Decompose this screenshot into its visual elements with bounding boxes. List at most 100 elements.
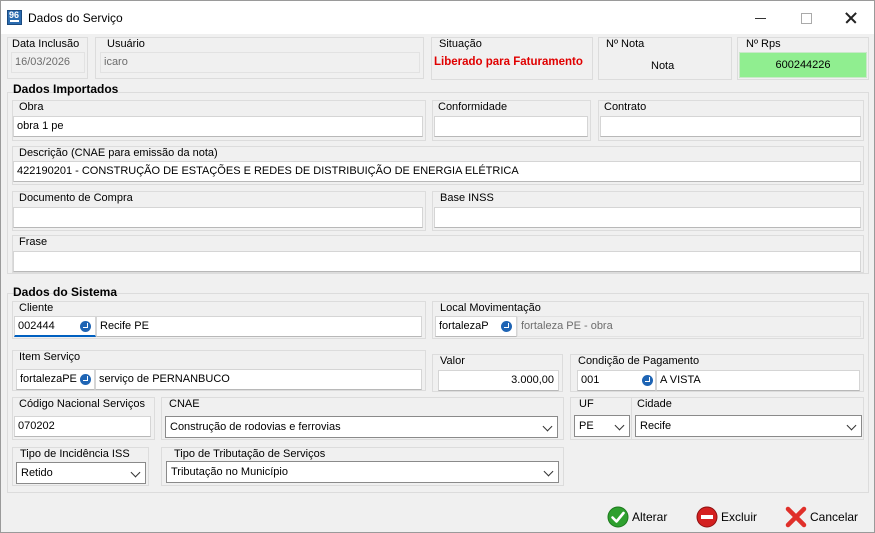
tributacao-select[interactable]: Tributação no Município: [166, 461, 559, 483]
cnae-select-value: Construção de rodovias e ferrovias: [170, 421, 341, 433]
cnae-group: CNAE Construção de rodovias e ferrovias: [161, 397, 564, 440]
descricao-label: Descrição (CNAE para emissão da nota): [19, 147, 218, 159]
dialog-window: 96 Dados do Serviço Data Inclusão 16/03/…: [0, 0, 875, 533]
documento-compra-label: Documento de Compra: [19, 192, 133, 204]
contrato-group: Contrato: [598, 100, 864, 141]
frase-group: Frase: [12, 235, 864, 273]
uf-group: UF PE: [570, 397, 632, 440]
data-inclusao-label: Data Inclusão: [12, 38, 80, 50]
delete-icon: [696, 506, 718, 528]
base-inss-label: Base INSS: [440, 192, 494, 204]
tributacao-label: Tipo de Tributação de Serviços: [174, 448, 326, 460]
data-inclusao-field: 16/03/2026: [11, 52, 85, 73]
incidencia-group: Tipo de Incidência ISS Retido: [12, 447, 149, 486]
dados-importados-header: Dados Importados: [13, 82, 119, 96]
conformidade-label: Conformidade: [438, 101, 508, 113]
usuario-group: Usuário icaro: [95, 37, 424, 79]
app-icon: 96: [7, 10, 22, 25]
cnae-label: CNAE: [169, 398, 200, 410]
incidencia-select[interactable]: Retido: [16, 462, 146, 484]
incidencia-select-value: Retido: [21, 467, 53, 479]
condicao-name-field: A VISTA: [656, 370, 860, 391]
item-servico-lookup-icon[interactable]: [80, 374, 91, 385]
close-button[interactable]: [831, 5, 871, 31]
codigo-nacional-group: Código Nacional Serviços 070202: [12, 397, 155, 440]
obra-label: Obra: [19, 101, 44, 113]
alterar-button-label: Alterar: [632, 510, 668, 524]
cidade-select[interactable]: Recife: [635, 415, 862, 437]
cliente-label: Cliente: [19, 302, 54, 314]
descricao-field[interactable]: 422190201 - CONSTRUÇÃO DE ESTAÇÕES E RED…: [13, 161, 861, 182]
cliente-name-field: Recife PE: [96, 316, 422, 337]
nota-label: Nº Nota: [606, 38, 645, 50]
valor-field[interactable]: 3.000,00: [438, 370, 559, 391]
cnae-select[interactable]: Construção de rodovias e ferrovias: [165, 416, 558, 438]
local-movimentacao-label: Local Movimentação: [440, 302, 541, 314]
frase-field[interactable]: [13, 251, 861, 272]
contrato-field[interactable]: [600, 116, 861, 137]
nota-group: Nº Nota Nota: [598, 37, 732, 80]
conformidade-field[interactable]: [434, 116, 588, 137]
cidade-select-value: Recife: [640, 420, 672, 432]
rps-group: Nº Rps 600244226: [737, 37, 869, 80]
cancel-x-icon: [785, 506, 807, 528]
cancelar-button[interactable]: Cancelar: [785, 504, 858, 530]
maximize-button[interactable]: [786, 5, 826, 31]
cidade-group: Cidade Recife: [631, 397, 864, 440]
nota-value: Nota: [651, 60, 675, 72]
documento-compra-group: Documento de Compra: [12, 191, 426, 231]
valor-group: Valor 3.000,00: [432, 354, 563, 392]
excluir-button[interactable]: Excluir: [696, 504, 757, 530]
chevron-down-icon: [614, 420, 625, 431]
condicao-pagamento-label: Condição de Pagamento: [578, 355, 700, 367]
item-servico-name-field: serviço de PERNANBUCO: [95, 369, 422, 390]
tributacao-group: Tipo de Tributação de Serviços Tributaçã…: [161, 447, 564, 486]
obra-group: Obra obra 1 pe: [12, 100, 426, 141]
valor-label: Valor: [440, 355, 465, 367]
cliente-lookup-icon[interactable]: [80, 321, 91, 332]
item-servico-group: Item Serviço fortalezaPE serviço de PERN…: [12, 350, 426, 391]
codigo-nacional-label: Código Nacional Serviços: [19, 398, 145, 410]
cancelar-button-label: Cancelar: [810, 510, 859, 524]
obra-field[interactable]: obra 1 pe: [13, 116, 423, 137]
situacao-status: Liberado para Faturamento: [434, 56, 583, 68]
data-inclusao-group: Data Inclusão 16/03/2026: [7, 37, 88, 79]
chevron-down-icon: [846, 420, 857, 431]
codigo-nacional-field[interactable]: 070202: [14, 416, 151, 437]
situacao-label: Situação: [439, 38, 482, 50]
alterar-button[interactable]: Alterar: [607, 504, 667, 530]
condicao-lookup-icon[interactable]: [642, 375, 653, 386]
window-title: Dados do Serviço: [28, 11, 123, 25]
base-inss-field[interactable]: [434, 207, 861, 228]
usuario-field: icaro: [100, 52, 420, 73]
incidencia-label: Tipo de Incidência ISS: [20, 448, 130, 460]
title-bar: 96 Dados do Serviço: [1, 1, 874, 34]
uf-select[interactable]: PE: [574, 415, 630, 437]
cidade-label: Cidade: [637, 398, 672, 410]
contrato-label: Contrato: [604, 101, 647, 113]
item-servico-label: Item Serviço: [19, 351, 81, 363]
frase-label: Frase: [19, 236, 48, 248]
tributacao-select-value: Tributação no Município: [171, 466, 288, 478]
chevron-down-icon: [130, 467, 141, 478]
checkmark-icon: [607, 506, 629, 528]
documento-compra-field[interactable]: [13, 207, 423, 228]
local-movimentacao-group: Local Movimentação fortalezaP fortaleza …: [432, 301, 864, 339]
base-inss-group: Base INSS: [432, 191, 864, 231]
dados-sistema-header: Dados do Sistema: [13, 285, 118, 299]
rps-label: Nº Rps: [746, 38, 781, 50]
chevron-down-icon: [542, 421, 553, 432]
local-lookup-icon[interactable]: [501, 321, 512, 332]
uf-select-value: PE: [579, 420, 594, 432]
condicao-pagamento-group: Condição de Pagamento 001 A VISTA: [570, 354, 864, 392]
minimize-button[interactable]: [741, 5, 781, 31]
chevron-down-icon: [543, 466, 554, 477]
situacao-group: Situação Liberado para Faturamento: [431, 37, 593, 80]
rps-value: 600244226: [739, 52, 867, 78]
conformidade-group: Conformidade: [432, 100, 591, 141]
descricao-group: Descrição (CNAE para emissão da nota) 42…: [12, 146, 864, 185]
usuario-label: Usuário: [107, 38, 145, 50]
uf-label: UF: [579, 398, 594, 410]
local-name-field: fortaleza PE - obra: [517, 316, 861, 337]
cliente-group: Cliente 002444 Recife PE: [12, 301, 426, 339]
